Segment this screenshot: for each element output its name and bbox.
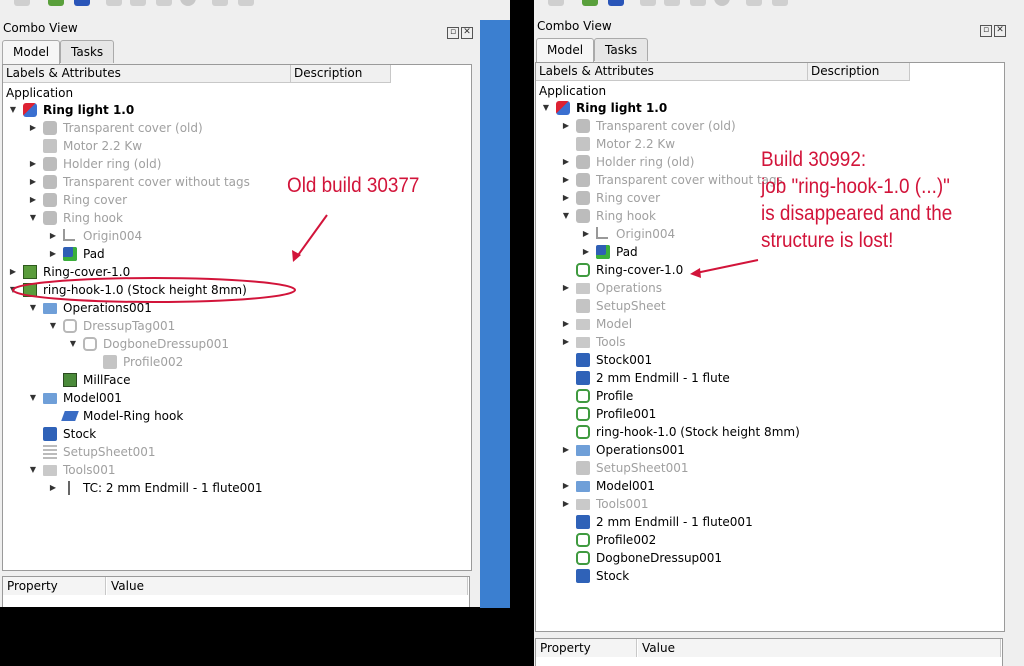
old-build-arrow — [295, 214, 328, 259]
new-build-note-line-4: structure is lost! — [761, 229, 894, 252]
new-build-arrowhead — [690, 268, 701, 278]
tab-model[interactable]: Model — [536, 38, 595, 62]
tab-model[interactable]: Model — [2, 40, 61, 64]
new-build-note-line-2: job "ring-hook-1.0 (...)" — [761, 175, 950, 198]
new-build-note-line-1: Build 30992: — [761, 148, 867, 171]
highlight-ellipse — [12, 277, 296, 303]
old-build-note: Old build 30377 — [287, 174, 420, 197]
annotation-layer — [12, 214, 759, 303]
new-build-note-line-3: is disappeared and the — [761, 202, 953, 225]
new-build-arrow — [695, 259, 759, 274]
